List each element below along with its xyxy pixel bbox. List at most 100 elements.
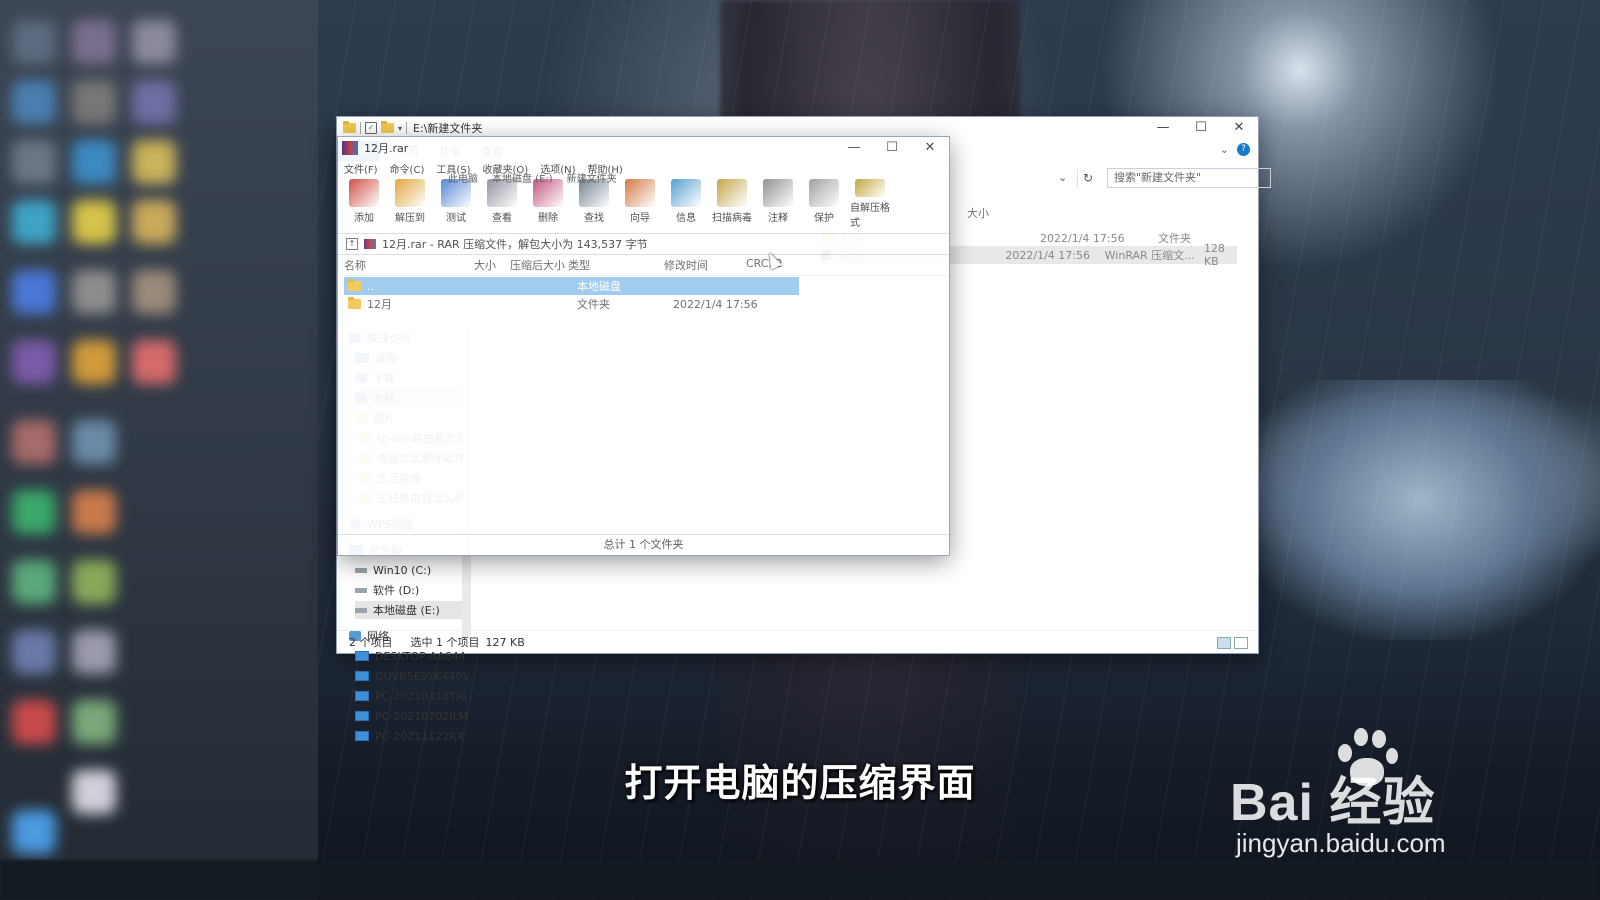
ribbon-expand-icon[interactable]: ⌄ <box>1220 143 1229 156</box>
protect-icon <box>809 179 839 207</box>
list-item[interactable]: 12月 文件夹 2022/1/4 17:56 <box>344 295 799 313</box>
window-title: E:\新建文件夹 <box>413 122 483 135</box>
menu-commands[interactable]: 命令(C) <box>390 161 425 177</box>
computer-icon <box>355 711 369 721</box>
sidebar-item[interactable]: PC-20211122RX <box>355 727 464 745</box>
tool-view-button[interactable]: 查看 <box>482 179 522 229</box>
tool-info-button[interactable]: 信息 <box>666 179 706 229</box>
row-type: 文件夹 <box>577 298 610 311</box>
help-icon[interactable]: ? <box>1237 143 1250 156</box>
col-modified[interactable]: 修改时间 <box>664 257 746 275</box>
row-name: 12月 <box>367 298 392 311</box>
large-icons-view-icon[interactable] <box>1234 637 1248 649</box>
archive-info: 12月.rar - RAR 压缩文件，解包大小为 143,537 字节 <box>382 238 648 251</box>
new-folder-icon[interactable] <box>381 121 394 133</box>
minimize-button[interactable]: — <box>1144 117 1182 139</box>
col-packed[interactable]: 压缩后大小 <box>510 257 568 275</box>
sidebar-item[interactable]: Win10 (C:) <box>355 561 431 579</box>
winrar-maximize-button[interactable]: ☐ <box>873 137 911 159</box>
breadcrumb-new-folder[interactable]: 新建文件夹 <box>567 170 617 185</box>
winrar-toolbar: 添加 解压到 测试 查看 删除 查找 向导 信息 扫描病毒 注释 保护 自解压格式 <box>338 179 949 229</box>
sidebar-item[interactable]: PC-20210318TRI <box>355 687 467 705</box>
col-type[interactable]: 类型 <box>568 257 664 275</box>
watermark-url: jingyan.baidu.com <box>1236 828 1446 858</box>
sidebar-item[interactable]: 软件 (D:) <box>355 581 419 599</box>
tool-sfx-button[interactable]: 自解压格式 <box>850 179 890 229</box>
row-date: 2022/1/4 17:56 <box>673 297 758 311</box>
file-type: WinRAR 压缩文... <box>1104 249 1195 262</box>
list-item[interactable]: .. 本地磁盘 <box>344 277 799 295</box>
up-folder-icon[interactable]: ↑ <box>346 238 358 250</box>
sfx-icon <box>855 179 885 197</box>
address-dropdown-icon[interactable]: ⌄ <box>1058 171 1067 184</box>
tool-label: 删除 <box>538 213 558 224</box>
scan-virus-icon <box>717 179 747 207</box>
menu-file[interactable]: 文件(F) <box>344 161 378 177</box>
sidebar-item-label: PC-20211122RX <box>375 729 465 743</box>
tool-delete-button[interactable]: 删除 <box>528 179 568 229</box>
col-size[interactable]: 大小 <box>474 257 510 275</box>
tool-comment-button[interactable]: 注释 <box>758 179 798 229</box>
tool-label: 添加 <box>354 213 374 224</box>
col-name[interactable]: 名称 <box>344 257 474 275</box>
tool-wizard-button[interactable]: 向导 <box>620 179 660 229</box>
row-name: .. <box>367 279 374 293</box>
quick-access-dropdown-icon[interactable]: ▾ <box>398 124 402 133</box>
breadcrumb-this-pc[interactable]: 此电脑 <box>448 170 478 185</box>
add-icon <box>349 179 379 207</box>
winrar-window[interactable]: 12月.rar — ☐ ✕ 文件(F) 命令(C) 工具(S) 收藏夹(O) 选… <box>338 137 949 555</box>
search-icon[interactable]: ⌕ <box>1260 169 1266 187</box>
maximize-button[interactable]: ☐ <box>1182 117 1220 139</box>
winrar-close-button[interactable]: ✕ <box>911 137 949 159</box>
winrar-column-headers: 名称 大小 压缩后大小 类型 修改时间 CRC32 <box>344 257 949 276</box>
status-bar: 2 个项目 选中 1 个项目 127 KB <box>337 630 1258 653</box>
sidebar-item[interactable]: PC-20210702ILM <box>355 707 468 725</box>
winrar-titlebar[interactable]: 12月.rar — ☐ ✕ <box>338 137 949 159</box>
properties-icon[interactable]: ✓ <box>365 122 377 134</box>
sidebar-item-label: 本地磁盘 (E:) <box>373 604 440 617</box>
tool-add-button[interactable]: 添加 <box>344 179 384 229</box>
winrar-minimize-button[interactable]: — <box>835 137 873 159</box>
search-input[interactable]: 搜索"新建文件夹" ⌕ <box>1107 168 1271 188</box>
tool-scan-virus-button[interactable]: 扫描病毒 <box>712 179 752 229</box>
details-view-icon[interactable] <box>1217 637 1231 649</box>
search-placeholder: 搜索"新建文件夹" <box>1114 171 1202 184</box>
winrar-breadcrumb: 此电脑 本地磁盘 (E:) 新建文件夹 <box>448 170 617 185</box>
tool-label: 信息 <box>676 213 696 224</box>
tool-label: 测试 <box>446 213 466 224</box>
baidu-jingyan-watermark: Bai 经验 <box>1230 774 1436 832</box>
computer-icon <box>355 731 369 741</box>
tool-find-button[interactable]: 查找 <box>574 179 614 229</box>
tool-label: 向导 <box>630 213 650 224</box>
winrar-path-bar: ↑ 12月.rar - RAR 压缩文件，解包大小为 143,537 字节 <box>338 233 949 255</box>
info-icon <box>671 179 701 207</box>
computer-icon <box>355 691 369 701</box>
item-count: 2 个项目 <box>349 636 393 649</box>
tool-test-button[interactable]: 测试 <box>436 179 476 229</box>
taskbar[interactable] <box>0 860 1600 900</box>
folder-type: 文件夹 <box>1158 232 1191 245</box>
sidebar-item[interactable]: GUVR5E9YK440V <box>355 667 469 685</box>
folder-icon <box>348 297 361 309</box>
explorer-titlebar[interactable]: ✓ ▾ E:\新建文件夹 — ☐ ✕ <box>337 117 1258 139</box>
tool-label: 查找 <box>584 213 604 224</box>
winrar-title: 12月.rar <box>364 142 409 155</box>
selected-size: 127 KB <box>485 635 525 649</box>
selected-count: 选中 1 个项目 <box>410 636 480 649</box>
file-date: 2022/1/4 17:56 <box>1005 248 1090 262</box>
sidebar-item-label: PC-20210318TRI <box>375 689 467 703</box>
winrar-status-bar: 总计 1 个文件夹 <box>338 534 949 555</box>
sidebar-item[interactable]: 本地磁盘 (E:) <box>355 601 462 619</box>
refresh-icon[interactable]: ↻ <box>1077 169 1098 187</box>
winrar-menubar: 文件(F) 命令(C) 工具(S) 收藏夹(O) 选项(N) 帮助(H) <box>338 161 949 177</box>
comment-icon <box>763 179 793 207</box>
tool-protect-button[interactable]: 保护 <box>804 179 844 229</box>
close-button[interactable]: ✕ <box>1220 117 1258 139</box>
breadcrumb-drive-e[interactable]: 本地磁盘 (E:) <box>492 170 553 185</box>
tool-label: 解压到 <box>395 213 425 224</box>
column-header-size[interactable]: 大小 <box>967 205 989 221</box>
tool-label: 注释 <box>768 213 788 224</box>
tool-label: 自解压格式 <box>850 203 890 229</box>
tool-extract-to-button[interactable]: 解压到 <box>390 179 430 229</box>
drive-icon <box>355 567 367 573</box>
